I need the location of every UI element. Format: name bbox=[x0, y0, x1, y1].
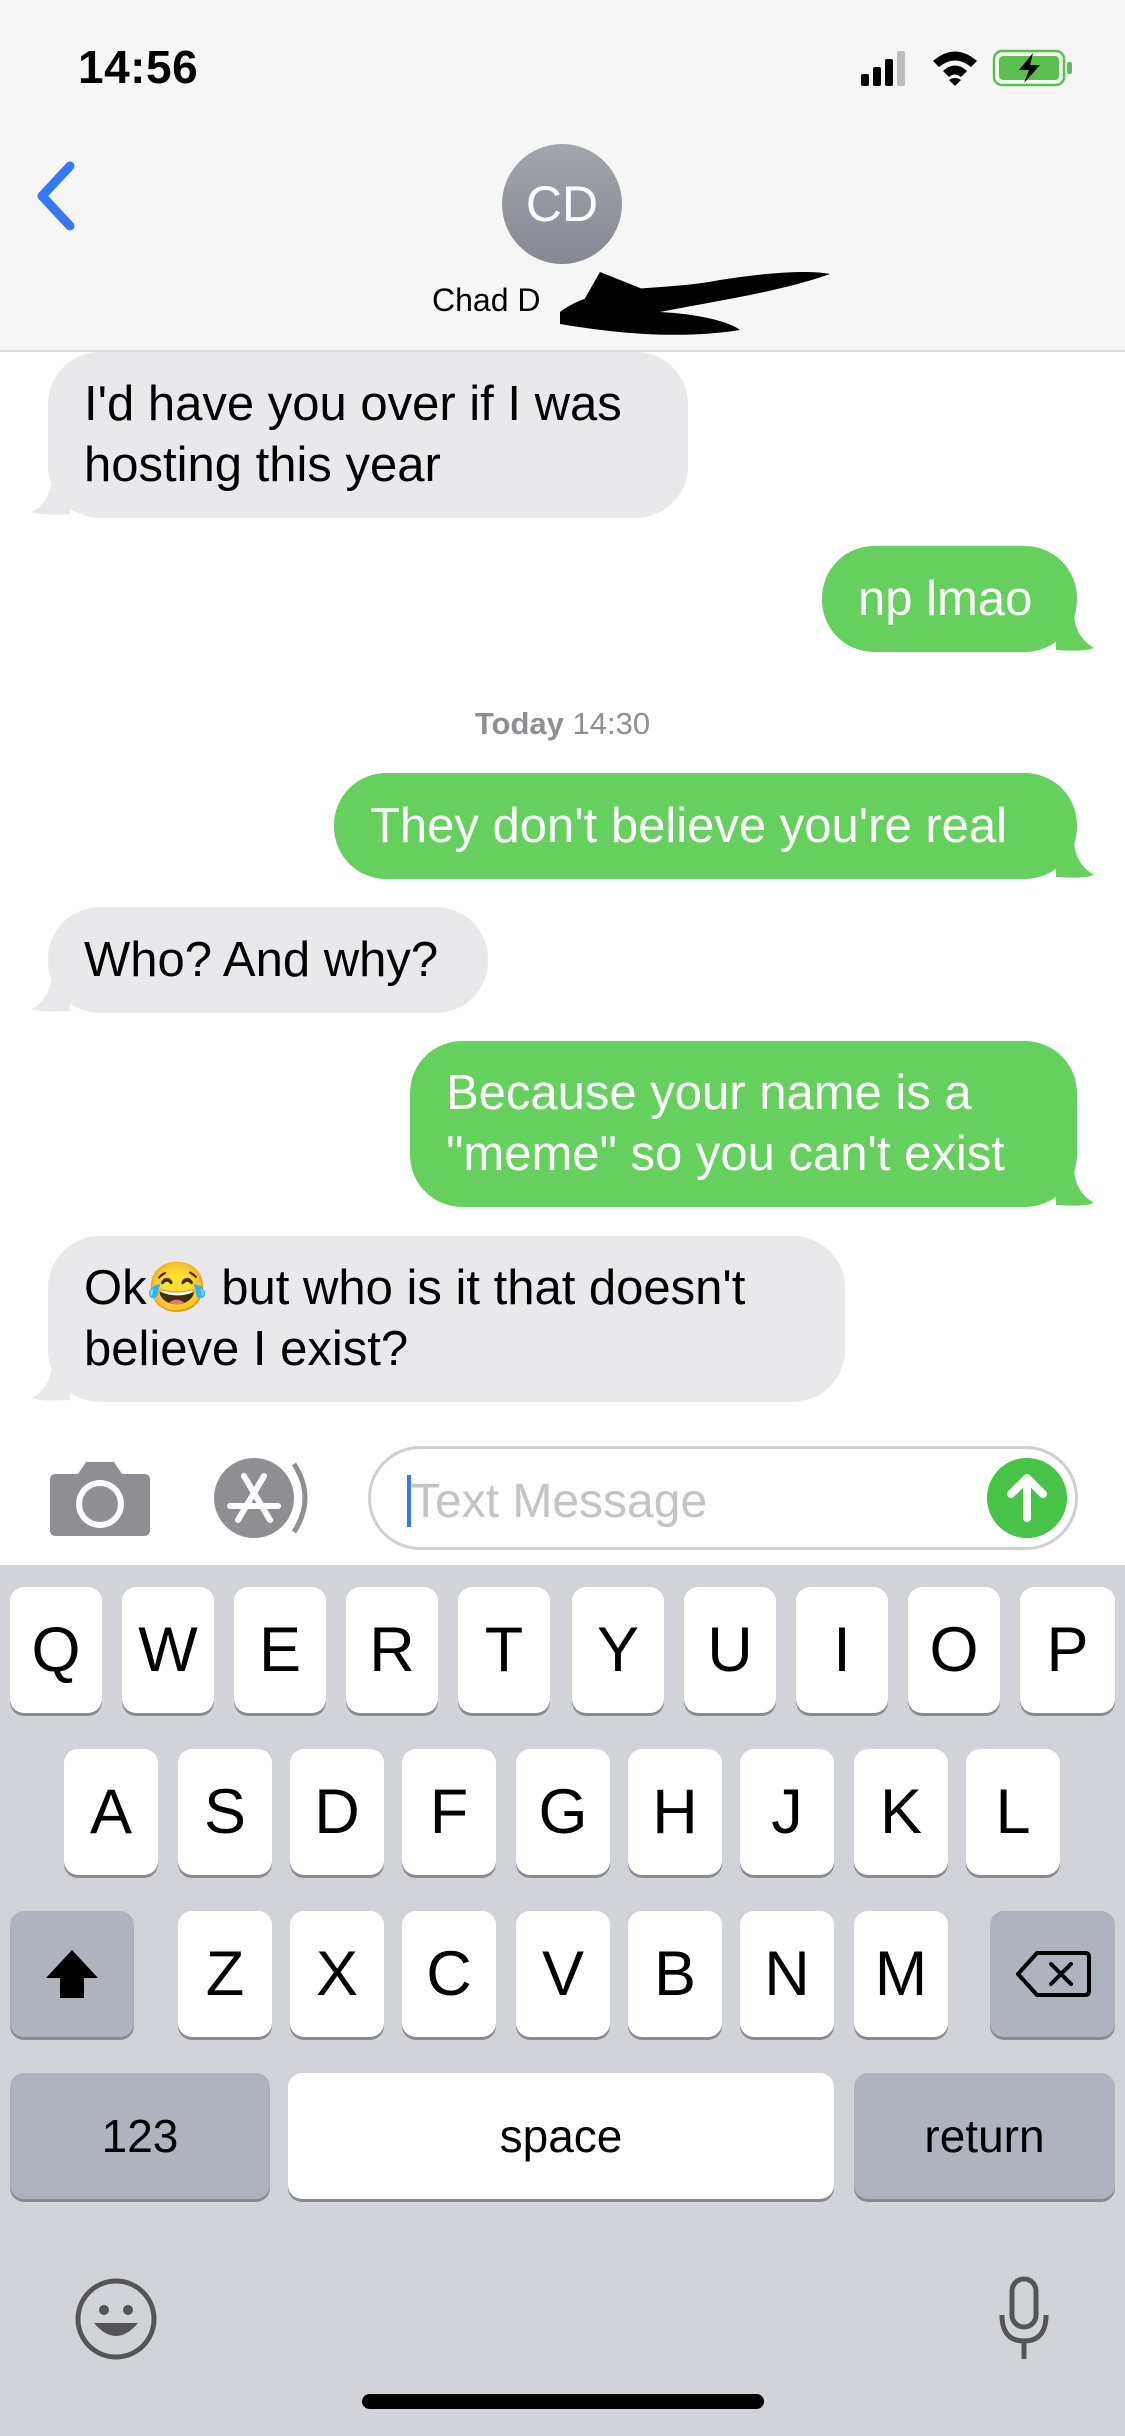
shift-key[interactable] bbox=[10, 1911, 134, 2037]
message-input-placeholder: Text Message bbox=[411, 1475, 708, 1528]
key-o[interactable]: O bbox=[908, 1587, 1000, 1713]
timestamp: Today 14:30 bbox=[0, 706, 1125, 742]
bubble-tail bbox=[32, 1362, 70, 1401]
timestamp-day: Today bbox=[474, 706, 564, 741]
key-i[interactable]: I bbox=[796, 1587, 888, 1713]
key-d[interactable]: D bbox=[290, 1749, 384, 1875]
key-m[interactable]: M bbox=[854, 1911, 948, 2037]
key-t[interactable]: T bbox=[458, 1587, 550, 1713]
status-time: 14:56 bbox=[78, 41, 199, 93]
contact-name[interactable]: Chad D bbox=[432, 282, 541, 319]
message-text: Ok😂 but who is it that doesn't believe I… bbox=[84, 1261, 746, 1376]
message-sent[interactable]: They don't believe you're real bbox=[334, 773, 1077, 879]
key-f[interactable]: F bbox=[402, 1749, 496, 1875]
message-text: Because your name is a "meme" so you can… bbox=[446, 1066, 1005, 1181]
microphone-icon[interactable] bbox=[994, 2275, 1054, 2365]
keyboard: Q W E R T Y U I O P A S D F G H J K L Z … bbox=[0, 1565, 1125, 2436]
message-text: Who? And why? bbox=[84, 932, 439, 987]
key-x[interactable]: X bbox=[290, 1911, 384, 2037]
key-g[interactable]: G bbox=[516, 1749, 610, 1875]
key-c[interactable]: C bbox=[402, 1911, 496, 2037]
key-y[interactable]: Y bbox=[572, 1587, 664, 1713]
message-text: np lmao bbox=[858, 571, 1033, 626]
contact-avatar[interactable]: CD bbox=[502, 144, 622, 264]
message-input[interactable]: Text Message bbox=[368, 1446, 1078, 1550]
bubble-tail bbox=[32, 973, 70, 1012]
delete-key[interactable] bbox=[990, 1911, 1115, 2037]
key-n[interactable]: N bbox=[740, 1911, 834, 2037]
message-received[interactable]: I'd have you over if I was hosting this … bbox=[48, 352, 688, 518]
space-key[interactable]: space bbox=[288, 2073, 834, 2199]
signal-icon bbox=[861, 51, 905, 86]
key-v[interactable]: V bbox=[516, 1911, 610, 2037]
battery-charging-icon bbox=[992, 49, 1072, 87]
key-q[interactable]: Q bbox=[10, 1587, 102, 1713]
bubble-tail bbox=[32, 476, 70, 515]
key-p[interactable]: P bbox=[1020, 1587, 1115, 1713]
key-u[interactable]: U bbox=[684, 1587, 776, 1713]
key-s[interactable]: S bbox=[178, 1749, 272, 1875]
send-arrow-icon[interactable] bbox=[987, 1458, 1067, 1538]
bubble-tail bbox=[1056, 839, 1094, 878]
key-r[interactable]: R bbox=[346, 1587, 438, 1713]
message-received[interactable]: Ok😂 but who is it that doesn't believe I… bbox=[48, 1236, 845, 1402]
key-z[interactable]: Z bbox=[178, 1911, 272, 2037]
key-k[interactable]: K bbox=[854, 1749, 948, 1875]
key-l[interactable]: L bbox=[966, 1749, 1060, 1875]
key-a[interactable]: A bbox=[64, 1749, 158, 1875]
bubble-tail bbox=[1056, 612, 1094, 651]
status-icons bbox=[861, 49, 1072, 87]
message-sent[interactable]: Because your name is a "meme" so you can… bbox=[410, 1041, 1077, 1207]
key-j[interactable]: J bbox=[740, 1749, 834, 1875]
return-key[interactable]: return bbox=[854, 2073, 1115, 2199]
message-received[interactable]: Who? And why? bbox=[48, 907, 488, 1013]
shift-icon bbox=[46, 1950, 98, 1998]
key-h[interactable]: H bbox=[628, 1749, 722, 1875]
key-w[interactable]: W bbox=[122, 1587, 214, 1713]
message-text: They don't believe you're real bbox=[370, 798, 1008, 853]
home-indicator[interactable] bbox=[362, 2394, 764, 2409]
navigation-header: 14:56 CD Chad D bbox=[0, 0, 1125, 352]
bubble-tail bbox=[1056, 1167, 1094, 1206]
timestamp-time: 14:30 bbox=[572, 706, 651, 741]
back-chevron-icon[interactable] bbox=[30, 158, 90, 238]
key-e[interactable]: E bbox=[234, 1587, 326, 1713]
key-b[interactable]: B bbox=[628, 1911, 722, 2037]
numbers-key[interactable]: 123 bbox=[10, 2073, 270, 2199]
emoji-icon[interactable] bbox=[74, 2277, 158, 2361]
delete-icon bbox=[1015, 1951, 1091, 1997]
camera-icon[interactable] bbox=[48, 1456, 152, 1538]
message-text: I'd have you over if I was hosting this … bbox=[84, 377, 622, 492]
message-sent[interactable]: np lmao bbox=[822, 546, 1077, 652]
wifi-icon bbox=[933, 51, 977, 86]
redaction-scribble bbox=[560, 272, 830, 335]
app-store-icon[interactable] bbox=[208, 1456, 320, 1540]
